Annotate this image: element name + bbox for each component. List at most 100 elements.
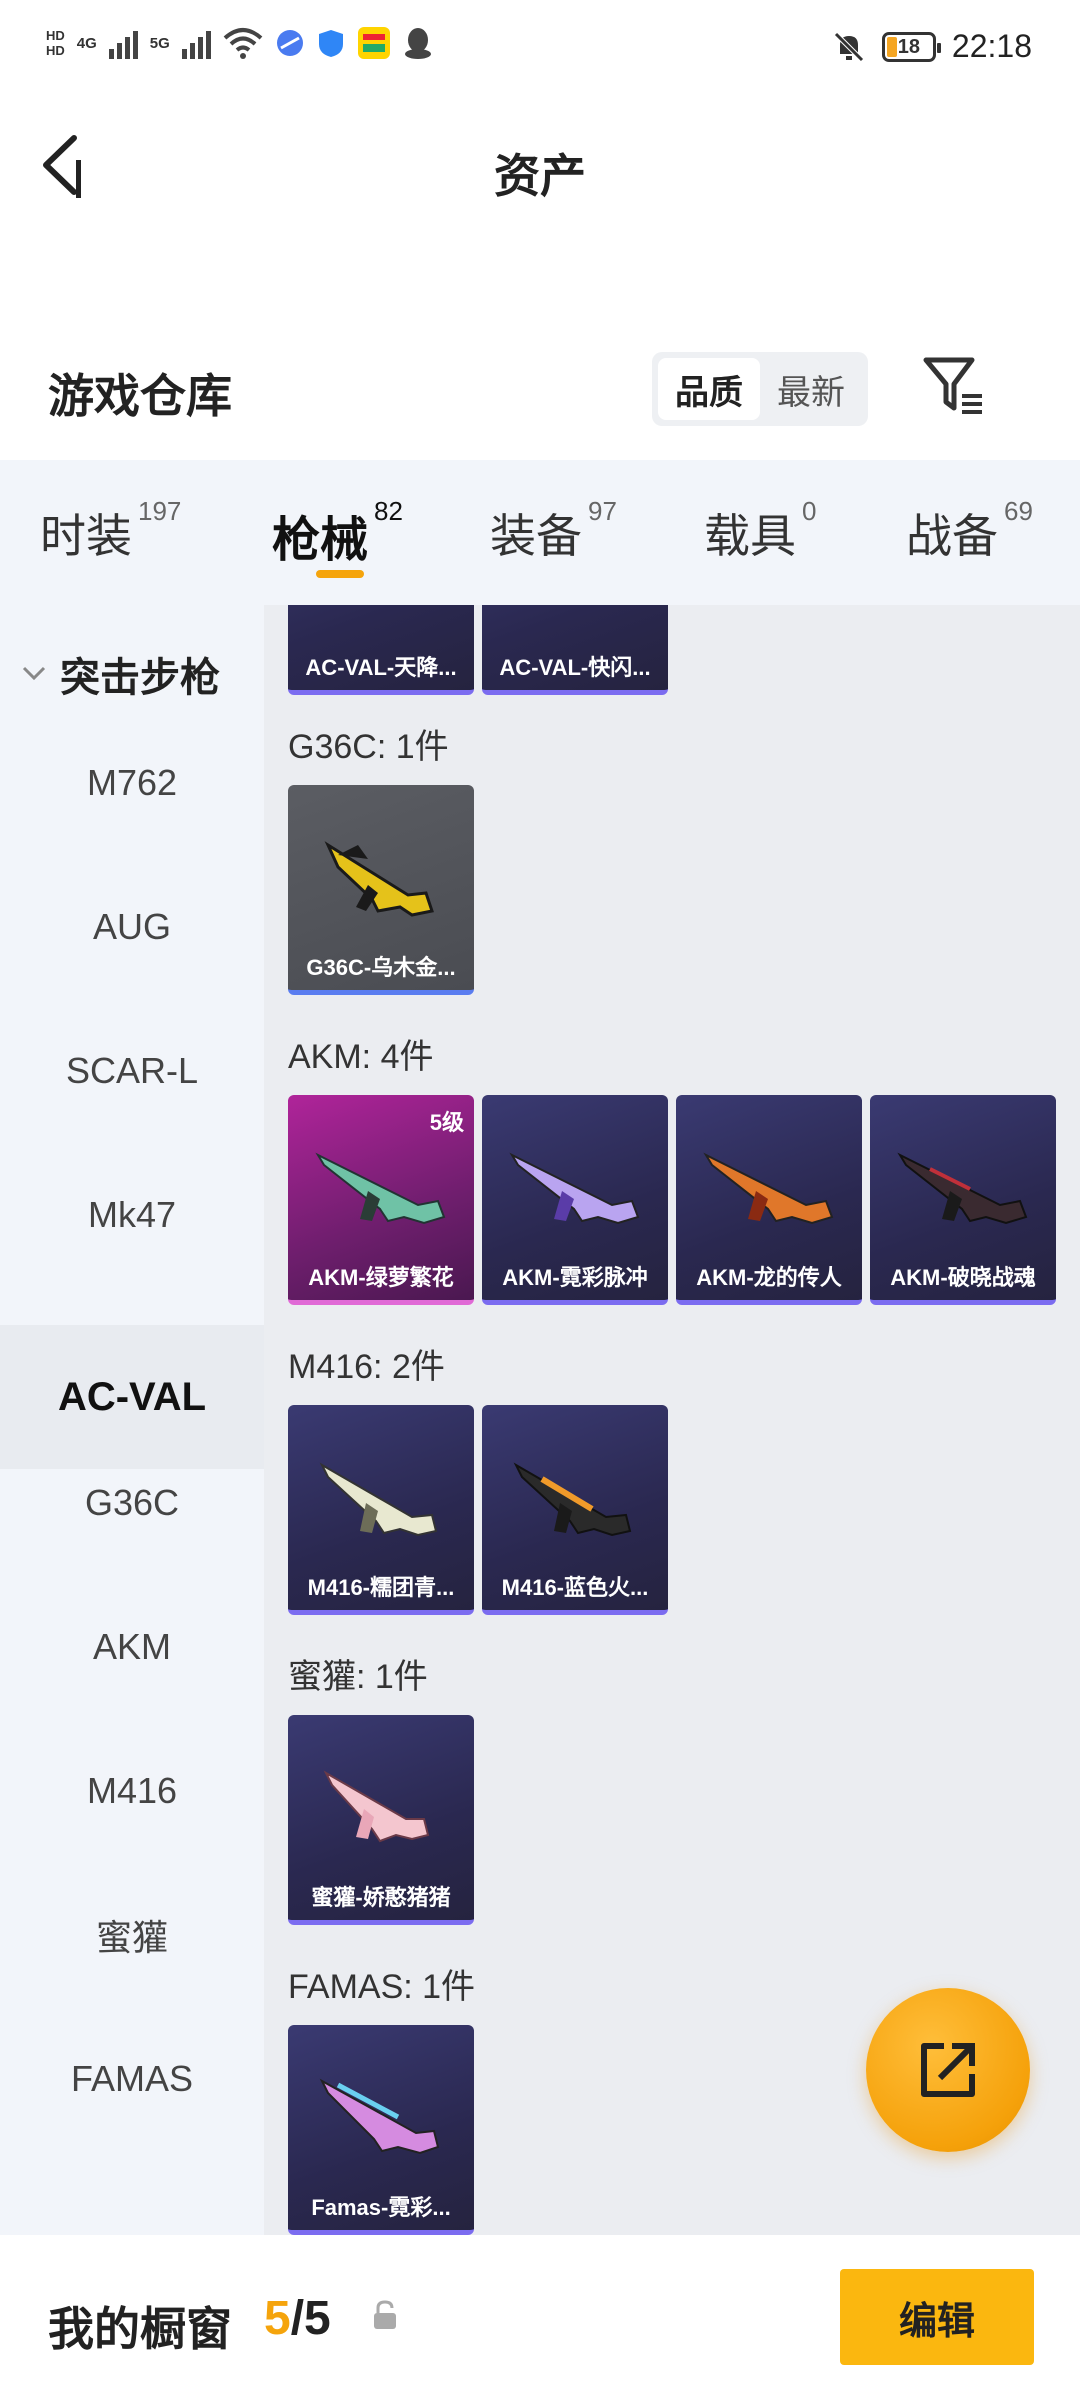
network-5g: 5G	[149, 34, 170, 52]
section-title-honey-badger: 蜜獾: 1件	[288, 1658, 428, 1696]
showcase-bar: 我的橱窗 5/5 编辑	[0, 2235, 1080, 2400]
weapon-image	[324, 841, 434, 917]
warehouse-header: 游戏仓库 品质 最新	[0, 330, 1080, 450]
showcase-separator: /	[290, 2292, 305, 2345]
tab-fashion[interactable]: 时装 197	[40, 496, 181, 566]
qq-icon	[404, 28, 431, 59]
skin-name: M416-糯团青...	[307, 1575, 455, 1600]
filter-icon	[923, 357, 982, 414]
section-title-famas: FAMAS: 1件	[288, 1968, 476, 2006]
skin-card[interactable]: AC-VAL-天降...	[288, 605, 474, 695]
app-header: 资产	[0, 100, 1080, 240]
skin-name: AC-VAL-天降...	[305, 655, 457, 680]
skin-card[interactable]: M416-糯团青...	[288, 1405, 474, 1615]
skin-card[interactable]: AC-VAL-快闪...	[482, 605, 668, 695]
chevron-down-icon	[22, 666, 46, 681]
skin-name: M416-蓝色火...	[501, 1575, 649, 1600]
battery-icon: 18	[881, 31, 941, 62]
skin-card[interactable]: AKM-破晓战魂	[870, 1095, 1056, 1305]
showcase-total: 5	[304, 2292, 331, 2345]
mute-bell-icon	[834, 31, 864, 62]
network-4g: 4G	[76, 34, 97, 52]
weapon-image	[897, 1152, 1028, 1225]
sidebar-item-scar-l[interactable]: SCAR-L	[0, 999, 264, 1143]
signal-icon-2	[181, 27, 211, 59]
weapon-image	[319, 2078, 440, 2155]
share-fab-button[interactable]	[866, 1988, 1030, 2152]
sidebar-group-label: 突击步枪	[60, 656, 220, 700]
wifi-icon	[223, 28, 263, 59]
weapon-image	[323, 1770, 430, 1843]
tab-count: 97	[588, 496, 617, 526]
tab-label: 载具	[704, 510, 796, 562]
tab-equipment[interactable]: 装备 97	[490, 496, 617, 566]
sidebar-item-honey-badger[interactable]: 蜜獾	[0, 1863, 264, 2007]
tab-label: 战备	[906, 510, 998, 562]
sidebar-item-akm[interactable]: AKM	[0, 1575, 264, 1719]
showcase-title: 我的橱窗	[48, 2303, 232, 2355]
showcase-count: 5/5	[264, 2291, 331, 2346]
weapon-image	[509, 1152, 640, 1225]
signal-icon	[108, 27, 138, 59]
tab-vehicles[interactable]: 载具 0	[704, 496, 816, 566]
sidebar-item-mk47[interactable]: Mk47	[0, 1143, 264, 1287]
skin-card[interactable]: 蜜獾-娇憨猪猪	[288, 1715, 474, 1925]
battery-level: 18	[897, 35, 921, 58]
vpn-icon	[276, 30, 303, 56]
sidebar-item-m762[interactable]: M762	[0, 711, 264, 855]
hd-top: HD	[46, 28, 65, 43]
shield-icon	[318, 30, 343, 57]
share-external-icon	[921, 2043, 975, 2097]
sort-toggle: 品质 最新	[652, 352, 868, 426]
showcase-current: 5	[264, 2292, 291, 2345]
sort-option-quality[interactable]: 品质	[658, 358, 760, 420]
lock-icon	[370, 2299, 400, 2338]
weapon-image	[315, 1152, 446, 1225]
app-notification-icon	[357, 27, 390, 59]
tab-count: 82	[374, 496, 403, 526]
skin-card[interactable]: AKM-霓彩脉冲	[482, 1095, 668, 1305]
sidebar-item-famas[interactable]: FAMAS	[0, 2007, 264, 2151]
status-right: 18 22:18	[832, 28, 1032, 65]
sidebar-item-g36c[interactable]: G36C	[0, 1431, 264, 1575]
skin-card[interactable]: 5级 AKM-绿萝繁花	[288, 1095, 474, 1305]
skin-card[interactable]: G36C-乌木金...	[288, 785, 474, 995]
active-tab-indicator	[316, 570, 364, 578]
tab-guns[interactable]: 枪械 82	[272, 496, 403, 570]
tab-count: 69	[1004, 496, 1033, 526]
skin-name: AKM-霓彩脉冲	[502, 1265, 648, 1290]
skin-card[interactable]: AKM-龙的传人	[676, 1095, 862, 1305]
skin-name: Famas-霓彩...	[311, 2195, 451, 2220]
weapon-type-sidebar: 突击步枪 M762 AUG SCAR-L Mk47 AC-VAL G36C AK…	[0, 605, 264, 2235]
skin-card[interactable]: Famas-霓彩...	[288, 2025, 474, 2235]
skin-name: AC-VAL-快闪...	[499, 655, 651, 680]
filter-button[interactable]	[920, 352, 990, 422]
edit-button[interactable]: 编辑	[840, 2269, 1034, 2365]
skin-name: AKM-龙的传人	[696, 1265, 842, 1290]
tab-supplies[interactable]: 战备 69	[906, 496, 1033, 566]
skin-name: AKM-绿萝繁花	[308, 1265, 454, 1290]
weapon-image	[703, 1152, 834, 1225]
tab-count: 0	[802, 496, 817, 526]
section-title-g36c: G36C: 1件	[288, 728, 449, 766]
tab-count: 197	[138, 496, 182, 526]
skin-name: AKM-破晓战魂	[890, 1265, 1036, 1290]
hd-bottom: HD	[46, 43, 65, 58]
section-title-akm: AKM: 4件	[288, 1038, 434, 1076]
tab-label: 枪械	[272, 514, 369, 567]
skin-card[interactable]: M416-蓝色火...	[482, 1405, 668, 1615]
weapon-image	[319, 1462, 438, 1537]
tab-label: 装备	[490, 510, 582, 562]
clock: 22:18	[951, 28, 1032, 64]
skin-name: 蜜獾-娇憨猪猪	[311, 1885, 451, 1910]
page-title: 资产	[494, 150, 586, 202]
skin-name: G36C-乌木金...	[306, 955, 456, 980]
category-tabs: 时装 197 枪械 82 装备 97 载具 0 战备 69	[0, 460, 1080, 605]
sort-option-latest[interactable]: 最新	[760, 358, 862, 420]
sidebar-group-assault-rifles[interactable]: 突击步枪	[20, 645, 220, 703]
sidebar-item-aug[interactable]: AUG	[0, 855, 264, 999]
warehouse-title: 游戏仓库	[48, 370, 232, 422]
section-title-m416: M416: 2件	[288, 1348, 445, 1386]
tab-label: 时装	[40, 510, 132, 562]
sidebar-item-m416[interactable]: M416	[0, 1719, 264, 1863]
